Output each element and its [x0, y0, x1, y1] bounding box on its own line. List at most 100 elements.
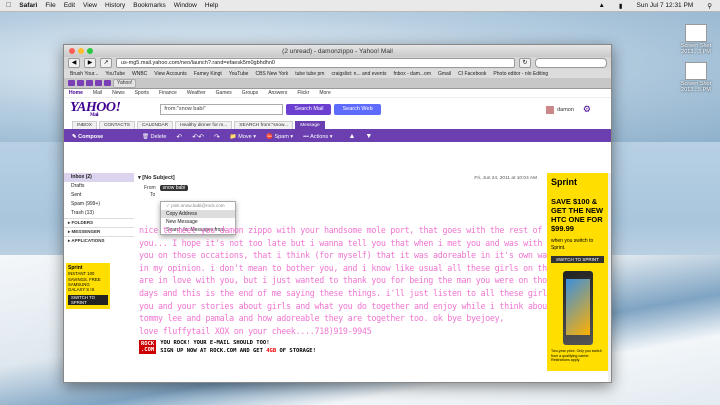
bookmark-item[interactable]: CI Facebook	[458, 71, 486, 77]
folder-drafts[interactable]: Drafts	[64, 182, 134, 191]
browser-tab[interactable]: Yahoo!	[113, 78, 137, 88]
popup-sender-email: ✓ pink.snow.babi@rock.com	[166, 203, 225, 208]
yahoo-nav-weather[interactable]: Weather	[187, 90, 206, 96]
bookmark-item[interactable]: Famey Kingt	[194, 71, 222, 77]
menu-app-safari[interactable]: Safari	[19, 2, 37, 9]
spam-button[interactable]: ⛔ Spam ▾	[266, 134, 293, 140]
bookmark-item[interactable]: CBS New York	[255, 71, 288, 77]
desktop-file-screenshot-2[interactable]: Screen Shot 2013...5 PM	[678, 62, 714, 93]
apple-menu-icon[interactable]: 	[6, 2, 11, 9]
yahoo-nav-sports[interactable]: Sports	[135, 90, 149, 96]
bookmark-item[interactable]: Photo editor - nlo Editing	[493, 71, 548, 77]
yahoo-nav-news[interactable]: News	[112, 90, 125, 96]
yahoo-nav-mail[interactable]: Mail	[93, 90, 102, 96]
right-sprint-ad[interactable]: Sprint SAVE $100 & GET THE NEW HTC ONE F…	[547, 173, 609, 371]
bookmark-item[interactable]: tube tube pm	[295, 71, 324, 77]
tab-contacts[interactable]: CONTACTS	[98, 121, 135, 129]
zoom-window-icon[interactable]	[87, 48, 93, 54]
copy-address-item[interactable]: Copy Address	[161, 210, 235, 218]
actions-button[interactable]: ••• Actions ▾	[303, 134, 332, 140]
back-button[interactable]: ◀	[68, 58, 80, 68]
yahoo-favicon-icon[interactable]	[104, 80, 111, 86]
tab-healthy-dinner[interactable]: Healthy dinner for m...	[175, 121, 233, 129]
folder-inbox[interactable]: Inbox (2)	[64, 173, 134, 182]
window-titlebar[interactable]: (2 unread) - damonzippo - Yahoo! Mail	[64, 45, 611, 57]
yahoo-favicon-icon[interactable]	[77, 80, 84, 86]
folder-sent[interactable]: Sent	[64, 191, 134, 200]
tab-inbox[interactable]: INBOX	[72, 121, 97, 129]
folder-trash[interactable]: Trash (13)	[64, 209, 134, 218]
move-button[interactable]: 📁 Move ▾	[230, 134, 256, 140]
browser-search-field[interactable]	[535, 58, 607, 68]
body-line: tommy lee and pamala and how adoreable t…	[139, 313, 505, 324]
rock-com-footer[interactable]: ROCK .COM YOU ROCK! YOUR E-MAIL SHOULD T…	[139, 339, 316, 355]
reply-icon[interactable]: ↶	[176, 133, 182, 141]
mail-search-input[interactable]: from:"snow babi"	[160, 103, 284, 115]
yahoo-nav-answers[interactable]: Answers	[268, 90, 287, 96]
bookmark-item[interactable]: craigslist: n... and events	[331, 71, 386, 77]
menu-help[interactable]: Help	[205, 2, 218, 9]
body-line: in my opinion. i don't mean to bother yo…	[139, 262, 576, 273]
search-mail-button[interactable]: Search Mail	[286, 103, 332, 115]
desktop-file-screenshot-1[interactable]: Screen Shot 2013...3 PM	[678, 24, 714, 55]
bookmark-item[interactable]: fnbox - dam...om	[393, 71, 431, 77]
ad-cta-button[interactable]: SWITCH TO SPRINT	[68, 294, 108, 306]
menu-view[interactable]: View	[83, 2, 97, 9]
menu-edit[interactable]: Edit	[64, 2, 75, 9]
address-bar[interactable]: us-mg5.mail.yahoo.com/neo/launch?.rand=e…	[116, 58, 515, 68]
messenger-section-header[interactable]: ▸ MESSENGER	[64, 227, 134, 236]
yahoo-favicon-icon[interactable]	[68, 80, 75, 86]
tab-search[interactable]: SEARCH from:"snow...	[234, 121, 294, 129]
bookmark-item[interactable]: YouTube	[105, 71, 125, 77]
applications-section-header[interactable]: ▸ APPLICATIONS	[64, 236, 134, 245]
bookmark-item[interactable]: WNBC	[132, 71, 147, 77]
sidebar-sprint-ad[interactable]: Sprint INSTANT 100 SAVINGS. FREE SAMSUNG…	[66, 263, 110, 309]
minimize-window-icon[interactable]	[78, 48, 84, 54]
wifi-icon[interactable]: ▲	[598, 2, 604, 10]
yahoo-nav-games[interactable]: Games	[216, 90, 232, 96]
spotlight-search-icon[interactable]: ⚲	[707, 2, 712, 10]
forward-button[interactable]: ▶	[84, 58, 96, 68]
tab-calendar[interactable]: CALENDAR	[136, 121, 174, 129]
menu-file[interactable]: File	[45, 2, 55, 9]
forward-icon[interactable]: ↷	[214, 133, 220, 141]
menubar-clock[interactable]: Sun Jul 7 12:31 PM	[637, 2, 694, 10]
yahoo-nav-more[interactable]: More	[319, 90, 330, 96]
close-window-icon[interactable]	[69, 48, 75, 54]
next-message-icon[interactable]: ▼	[365, 133, 372, 140]
ad-cta-button[interactable]: SWITCH TO SPRINT	[551, 256, 604, 263]
menu-history[interactable]: History	[105, 2, 125, 9]
previous-message-icon[interactable]: ▲	[348, 133, 355, 140]
user-menu[interactable]: damon ⚙	[546, 104, 591, 115]
folder-spam[interactable]: Spam (999+)	[64, 200, 134, 209]
vertical-scrollbar[interactable]	[608, 173, 611, 382]
yahoo-nav-home[interactable]: Home	[69, 90, 83, 96]
menu-window[interactable]: Window	[174, 2, 197, 9]
bookmark-item[interactable]: YouTube	[229, 71, 249, 77]
tab-message[interactable]: Message	[295, 121, 325, 129]
bookmark-item[interactable]: Brush Your...	[70, 71, 98, 77]
from-label: From	[144, 185, 156, 191]
yahoo-nav-groups[interactable]: Groups	[242, 90, 258, 96]
sender-chip[interactable]: snow babi	[159, 185, 189, 191]
menu-bookmarks[interactable]: Bookmarks	[133, 2, 166, 9]
compose-button[interactable]: ✎ Compose	[64, 134, 132, 140]
bookmark-item[interactable]: Gmail	[438, 71, 451, 77]
gear-icon[interactable]: ⚙	[583, 104, 591, 115]
yahoo-favicon-icon[interactable]	[95, 80, 102, 86]
yahoo-favicon-icon[interactable]	[86, 80, 93, 86]
reply-all-icon[interactable]: ↶↶	[192, 133, 204, 141]
yahoo-nav-finance[interactable]: Finance	[159, 90, 177, 96]
ad-text: INSTANT 100 SAVINGS. FREE SAMSUNG GALAXY…	[68, 271, 101, 293]
folders-section-header[interactable]: ▸ FOLDERS	[64, 218, 134, 227]
search-web-button[interactable]: Search Web	[334, 103, 381, 115]
share-button[interactable]: ↗	[100, 58, 112, 68]
yahoo-mail-logo[interactable]: YAHOO! Mail	[70, 100, 121, 118]
bookmark-item[interactable]: View Accounts	[154, 71, 186, 77]
battery-icon[interactable]: ▮	[619, 2, 623, 10]
reload-button[interactable]: ↻	[519, 58, 531, 68]
collapse-icon[interactable]: ▾	[138, 175, 141, 181]
body-line: love fluffytail XOX on your cheek....718…	[139, 325, 372, 336]
delete-button[interactable]: 🗑 Delete	[142, 134, 166, 140]
yahoo-nav-flickr[interactable]: Flickr	[297, 90, 309, 96]
